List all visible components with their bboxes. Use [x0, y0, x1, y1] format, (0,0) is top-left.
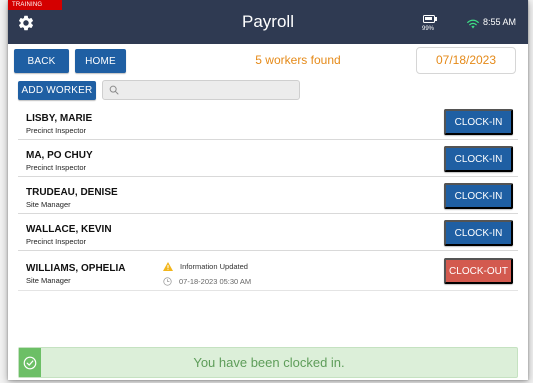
worker-role: Site Manager	[26, 276, 71, 285]
home-button[interactable]: HOME	[75, 49, 126, 73]
add-worker-button[interactable]: ADD WORKER	[18, 81, 96, 100]
status-time: 8:55 AM	[483, 17, 517, 27]
warning-icon	[163, 262, 173, 271]
worker-name: LISBY, MARIE	[26, 113, 93, 124]
clock-icon	[163, 277, 172, 286]
page-title: Payroll	[242, 12, 294, 31]
worker-role: Precinct Inspector	[26, 163, 87, 172]
battery-icon: 99%	[422, 14, 444, 38]
success-toast: You have been clocked in.	[18, 347, 518, 378]
date-field[interactable]: 07/18/2023	[416, 47, 516, 74]
wifi-icon	[467, 19, 479, 29]
toast-message: You have been clocked in.	[193, 355, 345, 370]
back-button[interactable]: BACK	[14, 49, 69, 73]
search-icon	[109, 85, 119, 95]
training-badge: TRAINING	[8, 0, 62, 10]
worker-name: TRUDEAU, DENISE	[26, 187, 118, 198]
search-input[interactable]	[123, 82, 293, 98]
status-timestamp: 07-18-2023 05:30 AM	[163, 277, 251, 286]
clock-out-button[interactable]: CLOCK-OUT	[444, 258, 513, 284]
top-bar: TRAINING Payroll 99% 8:55 AM	[8, 0, 528, 44]
list-item: WALLACE, KEVIN Precinct Inspector CLOCK-…	[18, 214, 518, 251]
worker-role: Precinct Inspector	[26, 126, 87, 135]
worker-name: WALLACE, KEVIN	[26, 224, 112, 235]
worker-role: Site Manager	[26, 200, 71, 209]
search-box[interactable]	[102, 80, 300, 100]
battery-percentage: 99%	[422, 26, 435, 32]
worker-name: MA, PO CHUY	[26, 150, 93, 161]
status-text: Information Updated	[180, 262, 248, 271]
worker-name: WILLIAMS, OPHELIA	[26, 263, 126, 274]
workers-found-count: 5 workers found	[255, 53, 341, 67]
list-item: MA, PO CHUY Precinct Inspector CLOCK-IN	[18, 140, 518, 177]
timestamp-text: 07-18-2023 05:30 AM	[179, 277, 252, 286]
worker-role: Precinct Inspector	[26, 237, 87, 246]
app-window: TRAINING Payroll 99% 8:55 AM BACK HOME 5…	[8, 0, 528, 380]
list-item: TRUDEAU, DENISE Site Manager CLOCK-IN	[18, 177, 518, 214]
clock-in-button[interactable]: CLOCK-IN	[444, 109, 513, 135]
clock-in-button[interactable]: CLOCK-IN	[444, 146, 513, 172]
list-item: WILLIAMS, OPHELIA Site Manager Informati…	[18, 251, 518, 291]
gear-icon[interactable]	[17, 14, 35, 32]
clock-in-button[interactable]: CLOCK-IN	[444, 183, 513, 209]
list-item: LISBY, MARIE Precinct Inspector CLOCK-IN	[18, 103, 518, 140]
clock-in-button[interactable]: CLOCK-IN	[444, 220, 513, 246]
status-info: Information Updated	[163, 262, 248, 271]
